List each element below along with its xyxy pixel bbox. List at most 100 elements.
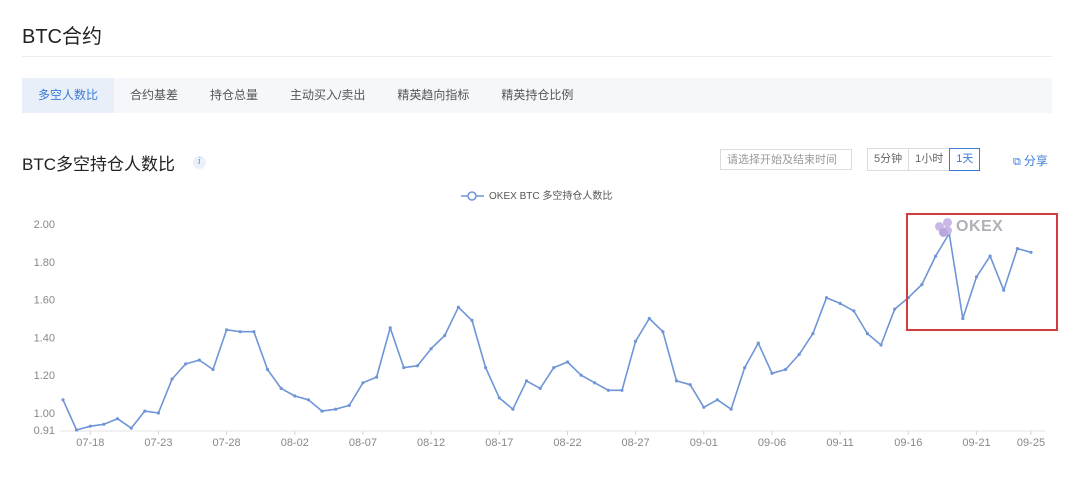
x-tick-label: 09-21 [962, 437, 990, 449]
data-point[interactable] [743, 366, 747, 370]
x-tick-label: 07-18 [76, 437, 104, 449]
data-point[interactable] [661, 330, 665, 334]
data-point[interactable] [565, 360, 570, 364]
data-point[interactable] [852, 309, 856, 313]
data-point[interactable] [415, 364, 420, 368]
data-point[interactable] [497, 396, 501, 400]
data-point[interactable] [456, 305, 460, 309]
y-tick-label: 1.00 [34, 408, 55, 420]
tab-long-short-ratio[interactable]: 多空人数比 [22, 78, 115, 113]
tab-basis[interactable]: 合约基差 [114, 78, 194, 113]
data-point[interactable] [388, 326, 392, 330]
data-point[interactable] [879, 343, 883, 347]
data-point[interactable] [184, 362, 188, 366]
interval-1day-button[interactable]: 1天 [949, 148, 981, 171]
x-tick-label: 09-25 [1017, 437, 1045, 449]
x-tick-label: 07-28 [213, 437, 241, 449]
data-point[interactable] [361, 381, 365, 385]
data-point[interactable] [61, 398, 65, 402]
x-axis: 07-18 07-23 07-28 08-02 08-07 08-12 08-17 08-22… [60, 430, 1045, 449]
interval-5min-button[interactable]: 5分钟 [867, 148, 910, 171]
data-point[interactable] [129, 426, 133, 430]
series-points [61, 231, 1033, 432]
y-tick-label: 1.60 [34, 295, 55, 307]
share-button[interactable]: ⧉ 分享 [1013, 152, 1048, 169]
data-point[interactable] [402, 366, 406, 370]
data-point[interactable] [797, 352, 801, 356]
data-point[interactable] [811, 332, 815, 336]
data-point[interactable] [538, 386, 542, 390]
share-label: 分享 [1023, 154, 1048, 168]
data-point[interactable] [102, 422, 106, 426]
y-tick-label: 1.20 [34, 370, 55, 382]
data-point[interactable] [156, 411, 160, 415]
page-title: BTC合约 [22, 26, 102, 48]
data-point[interactable] [824, 296, 829, 300]
date-range-input[interactable] [720, 149, 852, 170]
data-point[interactable] [688, 383, 692, 387]
data-point[interactable] [674, 379, 679, 383]
data-point[interactable] [620, 388, 624, 392]
data-point[interactable] [306, 398, 310, 402]
data-point[interactable] [770, 371, 774, 375]
okex-watermark: OKEX [935, 218, 1003, 237]
data-point[interactable] [265, 367, 270, 372]
data-point[interactable] [634, 339, 638, 343]
data-point[interactable] [320, 409, 324, 413]
data-point[interactable] [211, 367, 215, 372]
data-point[interactable] [443, 333, 447, 338]
tab-taker-buy-sell[interactable]: 主动买入/卖出 [274, 78, 381, 113]
data-point[interactable] [238, 330, 242, 334]
data-point[interactable] [347, 403, 351, 407]
data-point[interactable] [756, 341, 760, 345]
x-tick-label: 08-22 [553, 437, 581, 449]
data-point[interactable] [511, 407, 515, 411]
x-tick-label: 09-16 [894, 437, 922, 449]
x-tick-label: 08-12 [417, 437, 445, 449]
data-point[interactable] [75, 428, 79, 432]
data-point[interactable] [334, 407, 338, 411]
data-point[interactable] [88, 424, 92, 428]
data-point[interactable] [838, 301, 842, 305]
data-point[interactable] [593, 381, 597, 385]
data-point[interactable] [279, 386, 283, 390]
data-point[interactable] [484, 366, 488, 370]
data-point[interactable] [470, 318, 474, 322]
data-point[interactable] [606, 388, 611, 392]
data-point[interactable] [225, 328, 229, 332]
data-point[interactable] [702, 405, 706, 409]
data-point[interactable] [893, 307, 897, 311]
data-point[interactable] [293, 394, 297, 398]
okex-logo-icon [935, 218, 953, 237]
series-line [62, 232, 1032, 431]
data-point[interactable] [170, 377, 174, 381]
tab-elite-trend[interactable]: 精英趋向指标 [381, 78, 485, 113]
x-tick-label: 07-23 [144, 437, 172, 449]
y-tick-label: 2.00 [34, 219, 55, 231]
tab-bar: 多空人数比 合约基差 持仓总量 主动买入/卖出 精英趋向指标 精英持仓比例 [22, 78, 1052, 113]
external-link-icon: ⧉ [1013, 156, 1021, 168]
data-point[interactable] [729, 407, 733, 411]
data-point[interactable] [375, 375, 379, 379]
data-point[interactable] [552, 366, 556, 370]
data-point[interactable] [865, 332, 870, 336]
data-point[interactable] [579, 373, 583, 377]
chart-legend[interactable]: OKEX BTC 多空持仓人数比 [461, 189, 612, 202]
data-point[interactable] [429, 347, 433, 351]
tab-open-interest[interactable]: 持仓总量 [194, 78, 274, 113]
data-point[interactable] [524, 379, 529, 383]
data-point[interactable] [784, 367, 788, 372]
data-point[interactable] [143, 409, 147, 413]
data-point[interactable] [252, 330, 256, 334]
title-divider [22, 56, 1052, 57]
data-point[interactable] [715, 398, 720, 402]
x-tick-label: 09-01 [690, 437, 718, 449]
info-icon[interactable]: i [193, 156, 206, 169]
data-point[interactable] [197, 358, 201, 362]
interval-selector: 5分钟 1小时 1天 [867, 148, 981, 171]
data-point[interactable] [647, 316, 651, 321]
data-point[interactable] [115, 417, 120, 421]
interval-1hour-button[interactable]: 1小时 [908, 148, 951, 171]
tab-elite-position-ratio[interactable]: 精英持仓比例 [485, 78, 589, 113]
section-title: BTC多空持仓人数比 [22, 155, 175, 174]
